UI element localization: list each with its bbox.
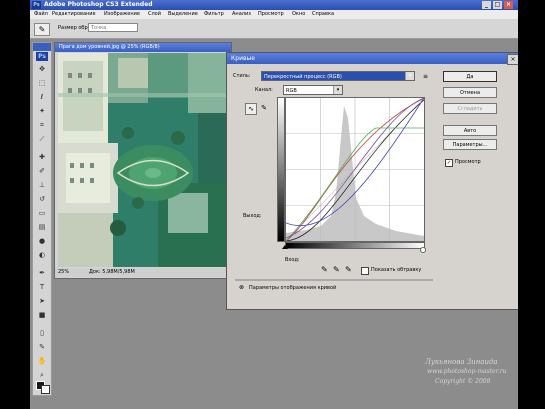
app-logo-icon: Ps	[32, 1, 41, 9]
zoom-level[interactable]: 25%	[58, 268, 69, 277]
preset-select[interactable]: Перекрестный процесс (RGB) ▾	[261, 71, 415, 81]
smooth-button[interactable]: Сгладить	[443, 103, 497, 114]
ok-button[interactable]: Да	[443, 71, 497, 82]
eyedropper-icon[interactable]: ✎	[34, 23, 50, 36]
black-point-slider-icon[interactable]	[282, 245, 288, 249]
curves-dialog: Кривые × Стиль: Перекрестный процесс (RG…	[226, 52, 518, 310]
magic-wand-tool-icon[interactable]: ✦	[37, 107, 47, 115]
brush-tool-icon[interactable]: ✐	[37, 167, 47, 175]
preview-label: Просмотр	[455, 159, 481, 165]
menu-window[interactable]: Окно	[292, 10, 305, 19]
photoshop-window: Ps Adobe Photoshop CS3 Extended _ □ × Фа…	[30, 0, 518, 409]
menu-select[interactable]: Выделение	[168, 10, 198, 19]
toolbox-header[interactable]	[33, 43, 51, 51]
white-point-slider-icon[interactable]	[420, 247, 426, 253]
menu-help[interactable]: Справка	[312, 10, 334, 19]
minimize-button[interactable]: _	[482, 1, 491, 9]
options-button[interactable]: Параметры...	[443, 139, 497, 150]
path-selection-tool-icon[interactable]: ➤	[37, 297, 47, 305]
preset-select-value: Перекрестный процесс (RGB)	[264, 74, 342, 80]
output-gradient-bar	[277, 97, 285, 242]
marquee-tool-icon[interactable]: ⬚	[37, 79, 47, 87]
move-tool-icon[interactable]: ✥	[37, 65, 47, 73]
curves-dialog-title[interactable]: Кривые	[227, 53, 518, 64]
pen-tool-icon[interactable]: ✒	[37, 269, 47, 277]
toolbox-logo-icon: Ps	[36, 52, 48, 61]
options-bar: ✎ Размер образца: Точка	[30, 19, 518, 39]
cancel-button[interactable]: Отмена	[443, 87, 497, 98]
crop-tool-icon[interactable]: ⌗	[37, 121, 47, 129]
gradient-tool-icon[interactable]: ▤	[37, 223, 47, 231]
menu-analysis[interactable]: Анализ	[232, 10, 251, 19]
menu-view[interactable]: Просмотр	[258, 10, 284, 19]
type-tool-icon[interactable]: T	[37, 283, 47, 291]
city-photo	[58, 53, 228, 267]
title-bar: Ps Adobe Photoshop CS3 Extended _ □ ×	[30, 0, 518, 10]
menu-file[interactable]: Файл	[34, 10, 48, 19]
document-size[interactable]: Док: 5,98M/5,98M	[89, 268, 135, 277]
zoom-tool-icon[interactable]: ⌕	[37, 371, 47, 379]
signature-name: Лукьянова Зинаида	[425, 358, 498, 366]
history-brush-tool-icon[interactable]: ↺	[37, 195, 47, 203]
blur-tool-icon[interactable]: ●	[37, 237, 47, 245]
preview-checkbox[interactable]: ✓	[445, 159, 453, 167]
black-eyedropper-icon[interactable]: ✎	[321, 265, 328, 274]
shape-tool-icon[interactable]: ■	[37, 311, 47, 319]
menu-image[interactable]: Изображение	[104, 10, 140, 19]
curves-dialog-close-icon[interactable]: ×	[507, 54, 518, 65]
curves-graph-svg	[285, 97, 425, 242]
app-title: Adobe Photoshop CS3 Extended	[44, 1, 153, 8]
input-label: Вход:	[285, 257, 300, 263]
sample-size-select[interactable]: Точка	[88, 23, 138, 32]
menu-bar: Файл Редактирование Изображение Слой Выд…	[30, 10, 518, 19]
eyedropper-tool-icon[interactable]: ✎	[37, 343, 47, 351]
preset-dropdown-icon[interactable]: ▾	[405, 72, 414, 80]
white-eyedropper-icon[interactable]: ✎	[345, 265, 352, 274]
pencil-tool-icon[interactable]: ✎	[259, 103, 269, 113]
show-clipping-label: Показать обтравку	[371, 267, 422, 273]
preset-label: Стиль:	[233, 73, 251, 79]
menu-edit[interactable]: Редактирование	[52, 10, 96, 19]
background-color-swatch[interactable]	[41, 385, 50, 394]
preset-menu-icon[interactable]: ≡	[423, 73, 428, 80]
hand-tool-icon[interactable]: ✋	[37, 357, 47, 365]
toolbox: Ps ✥ ⬚ ℓ ✦ ⌗ ⟋ ✚ ✐ ⊥ ↺ ▭ ▤ ● ◐ ✒ T ➤ ■ ▯…	[32, 42, 52, 396]
maximize-button[interactable]: □	[493, 1, 502, 9]
lasso-tool-icon[interactable]: ℓ	[37, 93, 47, 101]
close-button[interactable]: ×	[504, 1, 513, 9]
channel-label: Канал:	[255, 87, 273, 93]
document-image[interactable]	[58, 53, 228, 267]
channel-dropdown-icon[interactable]: ▾	[333, 86, 342, 94]
healing-brush-tool-icon[interactable]: ✚	[37, 153, 47, 161]
document-status-bar: 25% Док: 5,98M/5,98M	[55, 268, 231, 277]
dodge-tool-icon[interactable]: ◐	[37, 251, 47, 259]
expand-arrow-icon[interactable]: ⊗	[239, 284, 244, 291]
auto-button[interactable]: Авто	[443, 125, 497, 136]
output-label: Выход:	[243, 213, 262, 219]
notes-tool-icon[interactable]: ▯	[37, 329, 47, 337]
document-window: Прага дом уровней.jpg @ 25% (RGB/8) 25% …	[54, 42, 232, 279]
channel-select[interactable]: RGB ▾	[283, 85, 343, 95]
show-clipping-checkbox[interactable]	[361, 267, 369, 275]
eraser-tool-icon[interactable]: ▭	[37, 209, 47, 217]
signature-copyright: Copyright © 2008	[435, 378, 491, 385]
slice-tool-icon[interactable]: ⟋	[37, 135, 47, 143]
signature-website: www.photoshop-master.ru	[427, 368, 507, 375]
curves-graph[interactable]	[285, 97, 425, 242]
menu-layer[interactable]: Слой	[148, 10, 161, 19]
input-gradient-bar	[285, 242, 425, 249]
display-options-label: Параметры отображения кривой	[249, 285, 337, 291]
display-options-divider	[235, 279, 433, 281]
gray-eyedropper-icon[interactable]: ✎	[333, 265, 340, 274]
clone-stamp-tool-icon[interactable]: ⊥	[37, 181, 47, 189]
curve-point-tool-icon[interactable]: ∿	[245, 103, 257, 115]
menu-filter[interactable]: Фильтр	[204, 10, 224, 19]
document-title[interactable]: Прага дом уровней.jpg @ 25% (RGB/8)	[55, 43, 231, 52]
channel-select-value: RGB	[286, 88, 297, 94]
